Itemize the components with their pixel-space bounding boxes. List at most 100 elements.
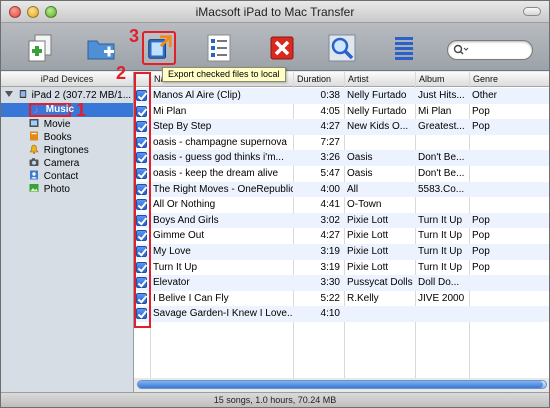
song-genre [469,166,549,182]
sidebar-item-ringtones[interactable]: Ringtones [29,144,89,157]
sidebar-item-books[interactable]: Books [29,131,72,144]
song-name: Step By Step [153,121,212,133]
export-files-button[interactable] [142,31,176,65]
row-checkbox[interactable] [136,199,147,211]
annotation-1: 1 [76,100,87,120]
row-checkbox-cell [134,88,150,104]
table-row[interactable]: Step By Step 4:27 New Kids O... Greatest...… [134,119,549,135]
row-checkbox[interactable] [136,136,147,148]
song-duration: 4:05 [320,105,340,117]
table-row[interactable]: My Love 3:19 Pixie Lott Turn It Up Pop [134,244,549,260]
table-row[interactable]: oasis - guess god thinks i'm... 3:26 Oasis… [134,150,549,166]
song-album: Don't Be... [418,168,465,179]
row-checkbox-cell [134,213,150,229]
sidebar-item-music[interactable]: ♪ Music [31,103,75,116]
sidebar-item-label: Camera [43,158,80,169]
row-checkbox[interactable] [136,214,147,226]
row-checkbox[interactable] [136,277,147,289]
song-genre: Pop [472,246,490,257]
search-box[interactable] [447,40,533,60]
row-checkbox[interactable] [136,168,147,179]
add-folder-button[interactable] [84,31,118,65]
song-name: I Belive I Can Fly [153,292,229,304]
table-row[interactable]: Gimme Out 4:27 Pixie Lott Turn It Up Pop [134,228,549,244]
row-checkbox[interactable] [136,121,147,133]
toolbar-toggle-button[interactable] [523,7,541,16]
sidebar: iPad Devices iPad 2 (307.72 MB/1... ♪ Mu… [1,72,134,392]
row-checkbox-cell [134,228,150,244]
table-row[interactable]: oasis - keep the dream alive 5:47 Oasis Don… [134,166,549,182]
row-checkbox[interactable] [136,183,147,195]
sidebar-item-camera[interactable]: Camera [29,157,79,170]
table-row[interactable]: Boys And Girls 3:02 Pixie Lott Turn It Up Po… [134,212,549,229]
row-checkbox[interactable] [136,230,147,242]
table-row[interactable]: Elevator 3:30 Pussycat Dolls Doll Do... [134,275,549,291]
song-name: Manos Al Aire (Clip) [153,90,241,101]
sidebar-item-label: Music [45,104,75,115]
camera-icon [29,158,39,166]
table-row[interactable]: The Right Moves - OneRepublic 4:00 All 5583… [134,181,549,198]
column-header-genre[interactable]: Genre [469,72,549,87]
song-name: Savage Garden-I Knew I Love... [153,308,293,320]
table-row[interactable]: Turn It Up 3:19 Pixie Lott Turn It Up Pop [134,260,549,276]
song-album: 5583.Co... [418,183,465,195]
table-row[interactable]: All Or Nothing 4:41 O-Town [134,197,549,213]
song-artist: Pixie Lott [347,214,389,226]
song-genre: Other [472,90,498,101]
sidebar-header: iPad Devices [1,72,133,87]
row-checkbox[interactable] [136,90,147,101]
delete-button[interactable] [265,31,299,65]
song-name: oasis - guess god thinks i'm... [153,152,284,164]
table-row[interactable]: Savage Garden-I Knew I Love... 4:10 [134,306,549,322]
song-album: Turn It Up [418,261,463,273]
table-row[interactable]: Manos Al Aire (Clip) 0:38 Nelly Furtado Jus… [134,88,549,104]
song-genre: Pop [472,105,490,117]
song-duration: 4:00 [320,183,340,195]
table-row[interactable]: Mi Plan 4:05 Nelly Furtado Mi Plan Pop [134,104,549,120]
row-checkbox[interactable] [136,261,147,273]
column-header-album[interactable]: Album [415,72,469,87]
column-header-artist[interactable]: Artist [344,72,415,87]
table-row[interactable]: oasis - champagne supernova 7:27 [134,135,549,151]
search-input[interactable] [468,43,528,57]
scrollbar-thumb[interactable] [138,381,543,388]
export-tooltip: Export checked files to local [162,67,286,82]
song-album: Greatest... [418,121,465,133]
sidebar-item-photo[interactable]: Photo [29,183,70,196]
title-bar: iMacsoft iPad to Mac Transfer [1,1,549,23]
row-checkbox[interactable] [136,308,147,320]
song-artist [344,135,414,151]
sidebar-item-label: Ringtones [43,145,89,156]
song-name: Boys And Girls [153,214,219,226]
horizontal-scrollbar[interactable] [137,380,547,389]
song-genre [469,275,549,291]
list-view-button[interactable] [387,31,421,65]
sidebar-item-contact[interactable]: Contact [29,170,78,183]
sidebar-item-movie[interactable]: Movie [29,118,70,131]
preview-button[interactable] [325,31,359,65]
song-album [415,306,469,322]
song-duration: 4:41 [320,199,340,211]
row-checkbox[interactable] [136,292,147,304]
table-row[interactable]: I Belive I Can Fly 5:22 R.Kelly JIVE 2000 [134,291,549,307]
song-album: Just Hits... [418,90,465,101]
ipad-device-icon [19,90,26,98]
sidebar-item-label: Books [43,132,72,143]
checklist-button[interactable] [202,31,236,65]
column-header-duration[interactable]: Duration [293,72,344,87]
book-icon [30,131,38,141]
song-album: Turn It Up [418,246,463,257]
row-checkbox[interactable] [136,152,147,164]
song-album: Turn It Up [418,230,463,242]
song-genre [469,150,549,166]
row-checkbox-cell [134,306,150,322]
disclosure-triangle-icon[interactable] [5,91,13,97]
song-album: Doll Do... [418,277,460,289]
copy-to-mac-button[interactable] [23,31,57,65]
row-checkbox[interactable] [136,105,147,117]
device-node-ipad[interactable]: iPad 2 (307.72 MB/1... [5,89,131,102]
sidebar-item-label: Photo [43,184,70,195]
photo-icon [29,184,39,192]
sidebar-item-label: Contact [43,171,79,182]
row-checkbox[interactable] [136,246,147,257]
